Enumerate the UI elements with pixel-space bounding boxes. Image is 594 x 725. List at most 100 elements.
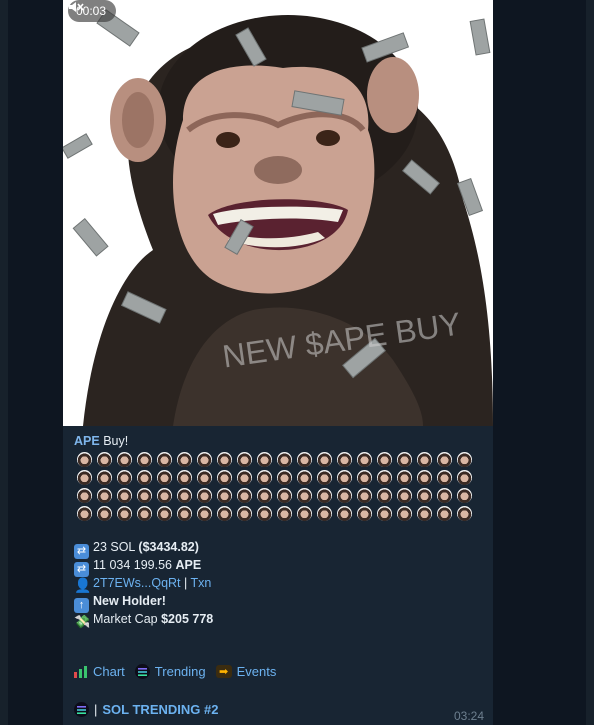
ape-emoji-icon — [236, 451, 252, 467]
txn-link[interactable]: Txn — [191, 576, 212, 590]
chimp-image: NEW $APE BUY — [63, 9, 493, 426]
ape-emoji-icon — [256, 505, 272, 521]
ape-emoji-icon — [216, 487, 232, 503]
ape-emoji-icon — [196, 469, 212, 485]
ape-emoji-icon — [356, 451, 372, 467]
ape-emoji-icon — [436, 505, 452, 521]
sol-line: ⇄ 23 SOL ($3434.82) — [74, 538, 484, 559]
events-button[interactable]: ➡ Events — [215, 664, 276, 679]
ape-emoji-icon — [96, 451, 112, 467]
ape-emoji-icon — [316, 451, 332, 467]
new-holder-line: ↑ New Holder! — [74, 592, 484, 613]
wallet-link[interactable]: 2T7EWs...QqRt — [93, 576, 181, 590]
ape-emoji-icon — [136, 451, 152, 467]
market-cap-label: Market Cap — [93, 612, 158, 626]
title-line: APE Buy! — [74, 432, 484, 450]
ape-emoji-icon — [396, 451, 412, 467]
ape-emoji-icon — [416, 487, 432, 503]
token-link[interactable]: APE — [74, 434, 100, 448]
left-panel-edge — [0, 0, 8, 725]
ape-emoji-icon — [176, 451, 192, 467]
ape-emoji-icon — [76, 505, 92, 521]
token-symbol: APE — [175, 558, 202, 572]
ape-emoji-icon — [336, 505, 352, 521]
ape-emoji-icon — [156, 451, 172, 467]
wallet-line: 👤 2T7EWs...QqRt | Txn — [74, 574, 484, 593]
video-time-badge[interactable]: 00:03 — [68, 0, 117, 22]
ape-emoji-icon — [176, 469, 192, 485]
ape-emoji-icon — [376, 451, 392, 467]
ape-emoji-icon — [296, 469, 312, 485]
ape-emoji-icon — [396, 487, 412, 503]
ape-emoji-icon — [156, 505, 172, 521]
ape-emoji-icon — [236, 487, 252, 503]
ape-emoji-icon — [196, 505, 212, 521]
trending-button[interactable]: Trending — [134, 664, 206, 679]
ape-emoji-icon — [436, 469, 452, 485]
trending-label: Trending — [154, 664, 206, 679]
ape-emoji-icon — [96, 487, 112, 503]
ape-emoji-icon — [136, 505, 152, 521]
ape-emoji-icon — [376, 505, 392, 521]
chart-button[interactable]: Chart — [74, 664, 125, 679]
ape-emoji-icon — [116, 487, 132, 503]
ape-emoji-icon — [196, 487, 212, 503]
ape-emoji-icon — [456, 451, 472, 467]
ape-emoji-icon — [376, 469, 392, 485]
muted-speaker-icon[interactable] — [68, 0, 84, 14]
solana-icon — [134, 664, 150, 679]
ape-emoji-icon — [396, 469, 412, 485]
scroll-rail[interactable] — [586, 0, 594, 725]
ape-emoji-grid — [74, 450, 479, 522]
link-buttons: Chart Trending ➡ Events — [74, 664, 276, 679]
ape-emoji-icon — [236, 505, 252, 521]
ape-emoji-icon — [436, 451, 452, 467]
ape-emoji-icon — [76, 451, 92, 467]
footer-separator: | — [94, 702, 98, 717]
ape-emoji-icon — [156, 487, 172, 503]
buy-word: Buy! — [103, 434, 129, 448]
ape-emoji-icon — [336, 451, 352, 467]
ape-emoji-icon — [316, 487, 332, 503]
ape-emoji-icon — [456, 487, 472, 503]
ape-emoji-icon — [116, 505, 132, 521]
ape-emoji-icon — [216, 505, 232, 521]
market-cap-value: $205 778 — [161, 612, 214, 626]
ape-emoji-icon — [336, 469, 352, 485]
ape-emoji-icon — [136, 487, 152, 503]
ape-emoji-icon — [236, 469, 252, 485]
ape-emoji-icon — [276, 505, 292, 521]
ape-emoji-icon — [296, 487, 312, 503]
token-amount-line: ⇄ 11 034 199.56 APE — [74, 556, 484, 577]
ape-emoji-icon — [76, 487, 92, 503]
ape-emoji-icon — [356, 469, 372, 485]
chart-icon — [74, 665, 87, 678]
message-time: 03:24 — [453, 709, 484, 723]
sol-trending-link[interactable]: SOL TRENDING #2 — [102, 702, 218, 717]
ape-emoji-icon — [296, 451, 312, 467]
ape-emoji-icon — [456, 505, 472, 521]
ape-emoji-icon — [216, 451, 232, 467]
separator: | — [184, 576, 188, 590]
right-panel — [500, 0, 594, 725]
ape-emoji-icon — [316, 505, 332, 521]
ape-emoji-icon — [336, 487, 352, 503]
ape-emoji-icon — [356, 487, 372, 503]
new-holder: New Holder! — [93, 594, 166, 608]
ape-emoji-icon — [376, 487, 392, 503]
ape-emoji-icon — [276, 469, 292, 485]
video-preview[interactable]: NEW $APE BUY 00:03 — [63, 0, 493, 426]
ape-emoji-icon — [196, 451, 212, 467]
ape-emoji-icon — [256, 469, 272, 485]
ape-emoji-icon — [416, 505, 432, 521]
ape-emoji-icon — [276, 451, 292, 467]
sol-amount: 23 SOL — [93, 540, 135, 554]
ape-emoji-icon — [96, 505, 112, 521]
right-arrow-icon: ➡ — [215, 665, 232, 678]
ape-emoji-icon — [176, 505, 192, 521]
ape-emoji-icon — [416, 451, 432, 467]
token-amount: 11 034 199.56 — [93, 558, 173, 572]
ape-emoji-icon — [416, 469, 432, 485]
usd-amount: ($3434.82) — [138, 540, 199, 554]
ape-emoji-icon — [216, 469, 232, 485]
